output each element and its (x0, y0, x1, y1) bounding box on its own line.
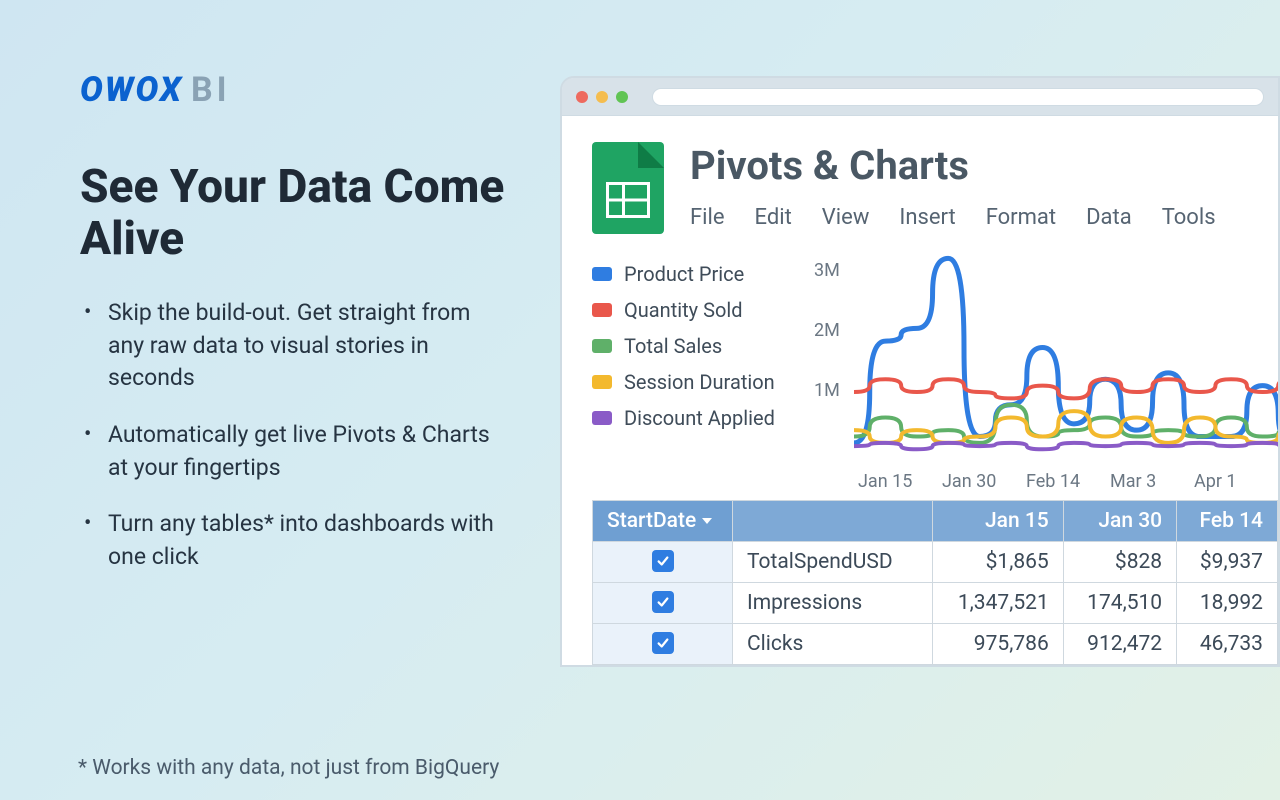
legend-label: Product Price (624, 262, 744, 286)
legend-swatch (592, 411, 612, 425)
menu-format[interactable]: Format (986, 205, 1056, 230)
maximize-icon[interactable] (616, 91, 628, 103)
x-tick: Feb 14 (1026, 471, 1110, 492)
table-row: Clicks 975,786 912,472 46,733 (593, 624, 1278, 665)
cell-value: 46,733 (1177, 624, 1278, 665)
menu-view[interactable]: View (822, 205, 870, 230)
legend-label: Quantity Sold (624, 298, 743, 322)
metric-name: Clicks (733, 624, 933, 665)
app-window: Pivots & Charts File Edit View Insert Fo… (560, 76, 1280, 667)
legend-swatch (592, 267, 612, 281)
table-row: TotalSpendUSD $1,865 $828 $9,937 (593, 542, 1278, 583)
feature-list: Skip the build-out. Get straight from an… (80, 297, 510, 574)
legend-label: Session Duration (624, 370, 775, 394)
menu-bar: File Edit View Insert Format Data Tools (690, 205, 1278, 230)
x-tick: Jan 30 (942, 471, 1026, 492)
legend-item[interactable]: Product Price (592, 262, 802, 286)
metric-name: Impressions (733, 583, 933, 624)
column-header[interactable]: Jan 15 (933, 501, 1064, 542)
brand-name: OWOX (80, 70, 183, 110)
x-axis: Jan 15 Jan 30 Feb 14 Mar 3 Apr 1 (858, 471, 1278, 492)
feature-item: Automatically get live Pivots & Charts a… (80, 419, 510, 484)
url-bar[interactable] (652, 88, 1264, 106)
y-tick: 3M (814, 260, 840, 320)
cell-value: 975,786 (933, 624, 1064, 665)
window-controls (576, 91, 628, 103)
legend-swatch (592, 375, 612, 389)
legend-item[interactable]: Total Sales (592, 334, 802, 358)
line-chart: 3M 2M 1M Jan 15 Jan 30 Feb 14 Mar 3 Apr … (814, 252, 1278, 492)
legend-item[interactable]: Session Duration (592, 370, 802, 394)
x-tick: Mar 3 (1110, 471, 1194, 492)
cell-value: $9,937 (1177, 542, 1278, 583)
legend-label: Total Sales (624, 334, 722, 358)
chart-canvas (854, 252, 1280, 462)
legend-item[interactable]: Quantity Sold (592, 298, 802, 322)
sheets-icon (592, 142, 664, 234)
legend-label: Discount Applied (624, 406, 775, 430)
cell-value: 18,992 (1177, 583, 1278, 624)
footnote: * Works with any data, not just from Big… (78, 756, 499, 780)
table-row: Impressions 1,347,521 174,510 18,992 (593, 583, 1278, 624)
column-header-blank (733, 501, 933, 542)
cell-value: $828 (1063, 542, 1176, 583)
menu-file[interactable]: File (690, 205, 725, 230)
legend-item[interactable]: Discount Applied (592, 406, 802, 430)
headline: See Your Data Come Alive (80, 162, 510, 265)
legend-swatch (592, 339, 612, 353)
startdate-dropdown[interactable]: StartDate (593, 501, 733, 542)
y-tick: 1M (814, 380, 840, 440)
x-tick: Jan 15 (858, 471, 942, 492)
startdate-label: StartDate (607, 509, 696, 533)
legend-swatch (592, 303, 612, 317)
menu-insert[interactable]: Insert (899, 205, 955, 230)
chart-legend: Product Price Quantity Sold Total Sales … (592, 252, 802, 492)
row-checkbox[interactable] (652, 591, 674, 613)
cell-value: 912,472 (1063, 624, 1176, 665)
column-header[interactable]: Feb 14 (1177, 501, 1278, 542)
document-title[interactable]: Pivots & Charts (690, 142, 1278, 189)
chevron-down-icon (702, 518, 712, 524)
x-tick: Apr 1 (1194, 471, 1278, 492)
metric-name: TotalSpendUSD (733, 542, 933, 583)
y-tick: 2M (814, 320, 840, 380)
feature-item: Turn any tables* into dashboards with on… (80, 508, 510, 573)
pivot-table: StartDate Jan 15 Jan 30 Feb 14 TotalSpen… (592, 500, 1278, 665)
row-checkbox[interactable] (652, 632, 674, 654)
cell-value: 174,510 (1063, 583, 1176, 624)
row-checkbox[interactable] (652, 550, 674, 572)
cell-value: $1,865 (933, 542, 1064, 583)
menu-edit[interactable]: Edit (755, 205, 792, 230)
brand-logo: OWOX BI (80, 70, 510, 110)
cell-value: 1,347,521 (933, 583, 1064, 624)
menu-tools[interactable]: Tools (1162, 205, 1216, 230)
feature-item: Skip the build-out. Get straight from an… (80, 297, 510, 395)
y-axis: 3M 2M 1M (814, 260, 840, 440)
minimize-icon[interactable] (596, 91, 608, 103)
close-icon[interactable] (576, 91, 588, 103)
window-titlebar (562, 78, 1278, 116)
column-header[interactable]: Jan 30 (1063, 501, 1176, 542)
menu-data[interactable]: Data (1086, 205, 1132, 230)
brand-suffix: BI (191, 70, 231, 110)
